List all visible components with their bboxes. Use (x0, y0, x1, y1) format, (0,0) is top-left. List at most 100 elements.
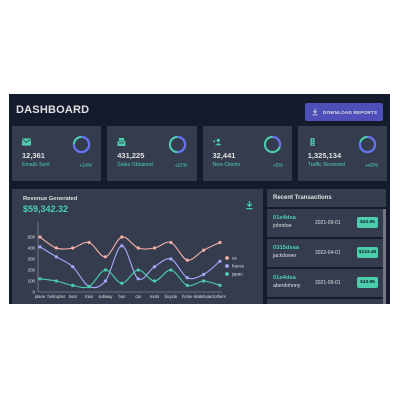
x-tick-label: others (214, 294, 225, 299)
dashboard-app: DASHBOARD DOWNLOAD REPORTS 12,361 Emails… (9, 94, 390, 304)
x-tick-label: moto (150, 294, 160, 299)
data-point-japan (54, 279, 58, 283)
data-point-us (71, 246, 75, 250)
data-point-japan (87, 284, 91, 289)
data-point-france (202, 272, 206, 276)
y-tick-label: 200 (28, 268, 36, 273)
legend-marker (225, 264, 229, 268)
stat-label: New Clients (212, 162, 241, 168)
data-point-us (169, 240, 173, 245)
data-point-japan (120, 281, 124, 285)
transaction-cost-badge: $43.95 (357, 277, 378, 288)
series-line-us (39, 236, 221, 261)
stat-label: Sales Obtained (117, 162, 153, 168)
legend-label: us (232, 256, 237, 261)
stat-value: 1,325,134 (307, 151, 342, 160)
x-tick-label: skateboard (194, 294, 215, 299)
email-icon (22, 138, 31, 146)
data-point-france (103, 279, 108, 283)
data-point-japan (71, 283, 75, 287)
stat-card-emails: 12,361 Emails Sent +14% (12, 126, 102, 181)
stat-label: Emails Sent (22, 162, 50, 168)
y-tick-label: 100 (28, 279, 36, 284)
data-point-japan (218, 283, 222, 287)
transaction-user: johndoe (273, 223, 292, 229)
stat-card-traffic: 1,325,134 Traffic Received +43% (297, 126, 387, 181)
legend-marker (225, 272, 229, 276)
stat-value: 32,441 (212, 151, 236, 160)
transaction-user: jackdower (273, 253, 297, 259)
y-tick-label: 400 (28, 246, 36, 251)
data-point-france (54, 255, 58, 259)
y-tick-label: 300 (28, 257, 36, 262)
stat-card-sales: 431,225 Sales Obtained +21% (107, 126, 197, 181)
data-point-japan (185, 283, 189, 287)
traffic-icon (310, 138, 315, 146)
page-title: DASHBOARD (16, 104, 90, 116)
transactions-title: Recent Transactions (267, 189, 386, 209)
data-point-france (71, 265, 75, 269)
legend-label: japan (231, 272, 243, 277)
data-point-japan (152, 279, 157, 283)
transaction-date: 2022-04-01 (315, 250, 341, 256)
stat-value: 431,225 (117, 151, 145, 160)
data-point-france (152, 265, 157, 269)
transaction-row: 01e4dsa johndoe 2021-09-01 $43.95 (267, 209, 386, 239)
download-reports-label: DOWNLOAD REPORTS (322, 109, 378, 115)
progress-ring (168, 135, 186, 154)
data-point-us (185, 258, 189, 262)
scrollbar[interactable] (383, 209, 386, 304)
stat-label: Traffic Received (307, 162, 345, 168)
revenue-panel: 0 100 200 300 400 500 plane helicopter boat train… (12, 189, 263, 304)
data-point-us (218, 240, 222, 245)
stat-value: 12,361 (22, 151, 45, 160)
stats-row: 12,361 Emails Sent +14% 431,225 Sales Ob… (12, 126, 387, 181)
transaction-cost-badge: $43.95 (357, 217, 378, 228)
data-point-us (54, 246, 58, 250)
data-point-us (103, 255, 108, 259)
data-point-japan (202, 279, 206, 283)
x-tick-label: subway (99, 294, 114, 299)
transaction-id: 0315dsaa (273, 245, 300, 251)
x-tick-label: boat (69, 294, 78, 299)
stat-increase: +43% (365, 163, 378, 169)
transaction-id: 01e4dsa (273, 275, 296, 281)
transaction-id: 01e4dsa (273, 215, 296, 221)
x-tick-label: bicycle (165, 294, 178, 299)
transaction-user: aberdohnny (273, 283, 301, 289)
data-point-us (120, 235, 124, 239)
x-tick-label: horse (182, 294, 193, 299)
legend-label: france (232, 264, 245, 269)
y-tick-label: 500 (28, 235, 36, 240)
x-tick-label: helicopter (47, 294, 65, 299)
stat-increase: +14% (79, 163, 93, 169)
progress-ring (73, 135, 91, 154)
stat-increase: +21% (174, 163, 188, 169)
x-tick-label: train (85, 294, 94, 299)
revenue-amount: $59,342.32 (23, 204, 69, 214)
data-point-france (218, 259, 222, 263)
transaction-row: 0315dsaa jackdower 2022-04-01 $133.45 (267, 239, 386, 269)
x-tick-label: plane (35, 294, 46, 299)
data-point-us (87, 240, 91, 245)
stat-increase: +5% (272, 163, 283, 169)
data-point-france (136, 277, 140, 281)
data-point-us (38, 235, 42, 239)
transaction-cost-badge: $133.45 (357, 247, 378, 258)
legend-marker (225, 256, 229, 260)
person-add-icon (212, 138, 222, 146)
data-point-japan (169, 268, 173, 272)
data-point-france (38, 245, 42, 249)
data-point-us (202, 248, 206, 252)
header: DASHBOARD DOWNLOAD REPORTS (16, 100, 383, 122)
data-point-japan (136, 268, 140, 272)
transaction-date: 2021-09-01 (315, 220, 341, 226)
x-tick-label: car (135, 294, 141, 299)
point-of-sale-icon (117, 138, 126, 146)
download-icon[interactable] (245, 200, 254, 210)
download-reports-button[interactable]: DOWNLOAD REPORTS (305, 103, 383, 121)
revenue-title: Revenue Generated (23, 196, 78, 202)
transaction-date: 2021-09-01 (315, 280, 341, 286)
data-point-japan (103, 268, 108, 272)
data-point-us (136, 246, 140, 250)
